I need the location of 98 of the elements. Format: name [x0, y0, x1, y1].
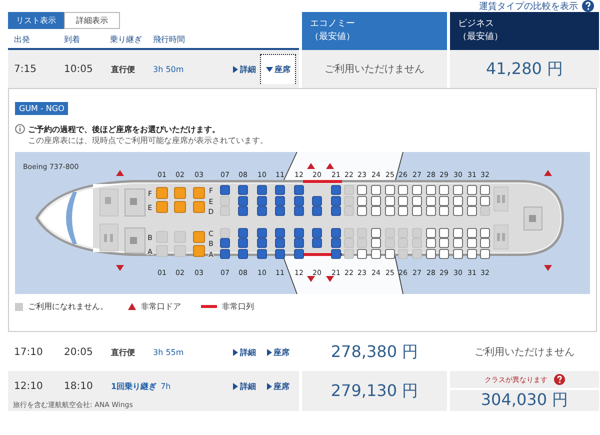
exit-row-bar: [201, 305, 217, 308]
column-header: 出発: [14, 34, 30, 45]
seat[interactable]: [257, 185, 267, 195]
fare-unavailable: ご利用いただけません: [474, 346, 574, 359]
seat[interactable]: [294, 238, 304, 248]
seat[interactable]: [331, 196, 341, 206]
seat-map-link[interactable]: 座席: [260, 338, 296, 366]
seat[interactable]: [220, 185, 230, 195]
seat[interactable]: [238, 185, 248, 195]
seat-map-link[interactable]: 座席: [260, 54, 296, 84]
seat[interactable]: [275, 206, 285, 216]
arrival-time: 10:05: [64, 64, 93, 74]
legend-label: 非常口列: [222, 301, 254, 312]
seat[interactable]: [331, 206, 341, 216]
seat[interactable]: [220, 249, 230, 259]
connection-type: 直行便: [111, 64, 136, 74]
galley-icon: [124, 188, 146, 216]
connection-type: 直行便: [111, 346, 136, 358]
seat[interactable]: [294, 228, 304, 238]
column-header: 乗り継ぎ: [110, 34, 142, 45]
arrival-time: 20:05: [64, 346, 93, 358]
exit-door-icon: [544, 170, 552, 176]
flight-duration: 3h 55m: [153, 348, 184, 356]
help-icon[interactable]: [554, 374, 564, 385]
seat[interactable]: [331, 238, 341, 248]
seat[interactable]: [220, 238, 230, 248]
seat[interactable]: [294, 249, 304, 259]
connection-link[interactable]: 1回乗り継ぎ: [111, 380, 157, 392]
seat[interactable]: [331, 185, 341, 195]
seat[interactable]: [275, 228, 285, 238]
column-header: 飛行時間: [153, 34, 185, 45]
exit-door-icon: [544, 265, 552, 271]
seat[interactable]: [331, 228, 341, 238]
galley-icon: [524, 206, 542, 230]
seat[interactable]: [238, 206, 248, 216]
seat[interactable]: [257, 249, 267, 259]
departure-time: 17:10: [14, 346, 43, 358]
caret-icon: [233, 66, 238, 72]
exit-door-icon: [116, 265, 124, 271]
seat[interactable]: [238, 249, 248, 259]
notice-title: ご予約の過程で、後ほど座席をお選びいただけます。: [28, 124, 221, 135]
seat[interactable]: [331, 249, 341, 259]
fare-price[interactable]: 278,380 円: [330, 342, 418, 362]
seat[interactable]: [238, 196, 248, 206]
view-tab[interactable]: リスト表示: [8, 12, 64, 29]
help-icon[interactable]: [582, 0, 594, 12]
cabin-header: ビジネス （最安値）: [450, 12, 599, 50]
view-tab[interactable]: 詳細表示: [64, 12, 120, 29]
seat[interactable]: [238, 238, 248, 248]
details-link[interactable]: 詳細: [233, 346, 256, 358]
fare-price[interactable]: 304,030 円: [480, 390, 568, 411]
flight-duration: 3h 50m: [153, 64, 184, 74]
cabin-header: エコノミー （最安値）: [302, 12, 447, 50]
seat[interactable]: [257, 206, 267, 216]
seat[interactable]: [257, 196, 267, 206]
seat[interactable]: [275, 249, 285, 259]
caret-icon: [266, 67, 272, 72]
caret-icon: [233, 348, 238, 356]
seat-map-link[interactable]: 座席: [260, 372, 296, 400]
details-link[interactable]: 詳細: [233, 64, 256, 74]
seat[interactable]: [312, 228, 322, 238]
flight-duration: 7h: [160, 382, 171, 390]
caret-icon: [266, 348, 272, 356]
seat[interactable]: [238, 228, 248, 238]
seat[interactable]: [294, 206, 304, 216]
departure-time: 12:10: [14, 380, 43, 392]
fare-compare-link[interactable]: 運賃タイプの比較を表示: [479, 0, 578, 12]
seat[interactable]: [312, 206, 322, 216]
unavailable-swatch: [15, 302, 23, 310]
details-link[interactable]: 詳細: [233, 380, 256, 392]
seat[interactable]: [257, 238, 267, 248]
arrival-time: 18:10: [64, 380, 93, 392]
column-header: 到着: [64, 34, 80, 45]
seat[interactable]: [257, 228, 267, 238]
legend-label: 非常口ドア: [141, 301, 181, 312]
caret-icon: [266, 382, 272, 390]
exit-door-icon: [128, 303, 136, 310]
seat[interactable]: [312, 238, 322, 248]
windshield: [66, 192, 77, 244]
seat[interactable]: [275, 196, 285, 206]
notice-text: この座席表には、現時点でご利用可能な座席が表示されています。: [28, 135, 268, 146]
info-icon: [15, 124, 25, 134]
fare-unavailable: ご利用いただけません: [324, 62, 424, 76]
galley-icon: [124, 228, 146, 254]
departure-time: 7:15: [14, 64, 36, 74]
seat[interactable]: [275, 238, 285, 248]
exit-door-icon: [116, 170, 124, 176]
seat[interactable]: [312, 196, 322, 206]
caret-icon: [233, 382, 238, 390]
galley-icon: [100, 188, 118, 216]
seat[interactable]: [294, 185, 304, 195]
lavatory-icon: [100, 224, 118, 252]
legend-label: ご利用になれません。: [28, 301, 108, 312]
route-badge: GUM - NGO: [15, 102, 68, 115]
lavatory-icon: [494, 186, 508, 212]
lavatory-icon: [494, 224, 508, 250]
seat[interactable]: [294, 196, 304, 206]
seat[interactable]: [275, 185, 285, 195]
